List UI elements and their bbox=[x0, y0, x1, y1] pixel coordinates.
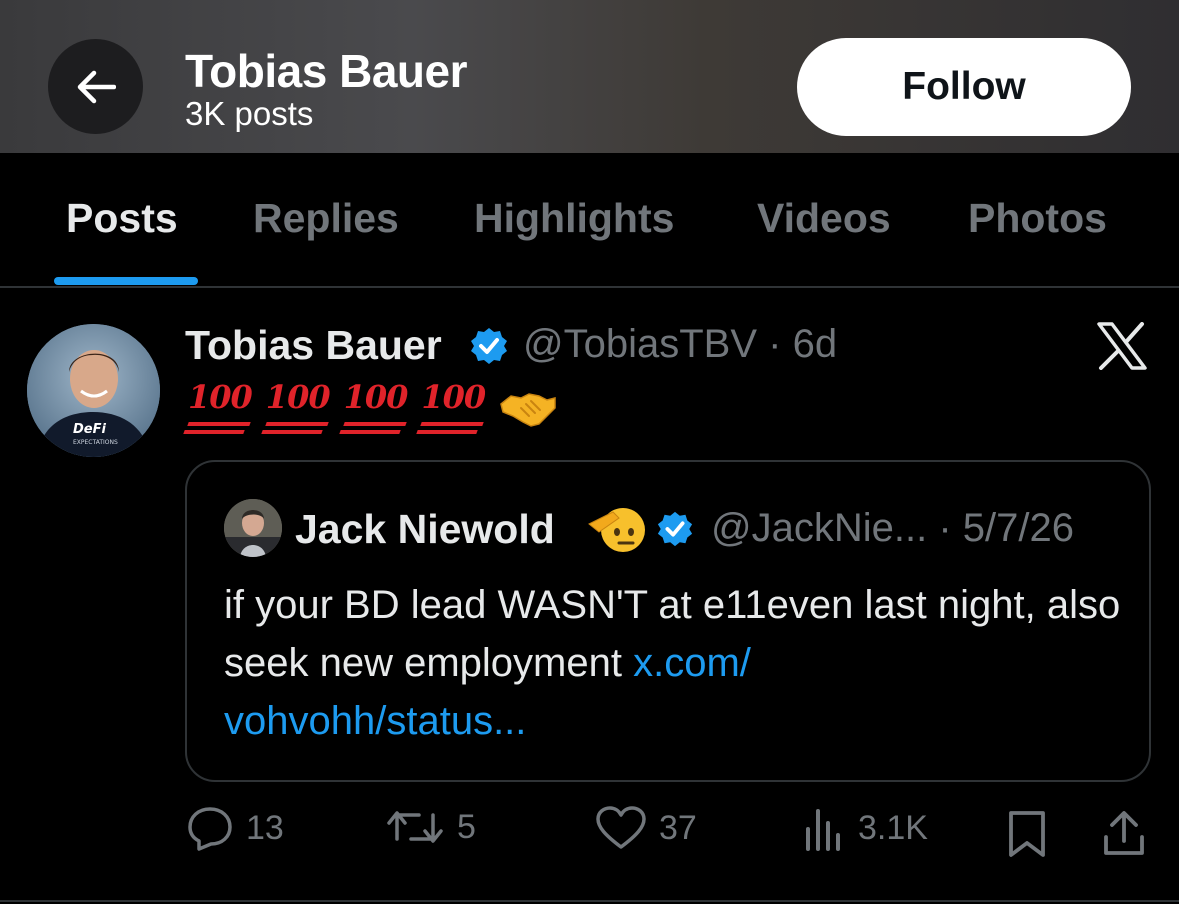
reply-count: 13 bbox=[246, 808, 284, 847]
quoted-author-name: Jack Niewold bbox=[295, 506, 555, 552]
bookmark-icon[interactable] bbox=[1006, 809, 1048, 859]
quoted-link[interactable]: x.com/ bbox=[633, 641, 751, 685]
reply-button[interactable]: 13 bbox=[186, 805, 284, 851]
hundred-emoji-icon: 100 bbox=[266, 378, 331, 430]
post-divider bbox=[0, 900, 1179, 902]
profile-title: Tobias Bauer bbox=[185, 45, 468, 97]
post-text: 100 100 100 100 bbox=[188, 378, 557, 430]
share-icon[interactable] bbox=[1100, 809, 1148, 859]
back-button[interactable] bbox=[48, 39, 143, 134]
handshake-emoji-icon bbox=[500, 393, 556, 427]
post-count: 3K posts bbox=[185, 95, 314, 132]
quoted-link[interactable]: vohvohh/status... bbox=[224, 699, 526, 743]
quoted-avatar-image bbox=[224, 499, 282, 557]
repost-count: 5 bbox=[457, 807, 476, 846]
arrow-left-icon bbox=[77, 70, 116, 103]
views-chart-icon bbox=[806, 809, 840, 851]
profile-header: Tobias Bauer 3K posts Follow bbox=[0, 0, 1179, 153]
hundred-emoji-icon: 100 bbox=[344, 378, 409, 430]
shirt-text-2: EXPECTATIONS bbox=[73, 439, 118, 446]
x-logo-icon[interactable] bbox=[1096, 322, 1148, 370]
tab-highlights[interactable]: Highlights bbox=[474, 195, 674, 242]
profile-tabs: Posts Replies Highlights Videos Photos bbox=[0, 153, 1179, 287]
quoted-handle-date: @JackNie... · 5/7/26 bbox=[711, 506, 1074, 550]
reply-icon bbox=[188, 807, 232, 851]
views-button[interactable]: 3.1K bbox=[802, 805, 928, 851]
avatar[interactable]: DeFi EXPECTATIONS bbox=[27, 324, 160, 457]
tabs-divider bbox=[0, 286, 1179, 288]
saluting-face-emoji-icon bbox=[588, 508, 645, 552]
tab-videos[interactable]: Videos bbox=[757, 195, 891, 242]
hundred-emoji-icon: 100 bbox=[188, 378, 253, 430]
follow-button[interactable]: Follow bbox=[797, 38, 1131, 136]
repost-icon bbox=[387, 811, 443, 843]
hundred-emoji-icon: 100 bbox=[421, 378, 486, 430]
verified-badge-icon bbox=[471, 328, 507, 364]
repost-button[interactable]: 5 bbox=[385, 805, 476, 849]
post-actions: 13 5 37 3.1K bbox=[0, 805, 1179, 865]
verified-badge-icon bbox=[657, 511, 693, 547]
quoted-post[interactable]: Jack Niewold @JackNie... · 5/7/26 if you… bbox=[185, 460, 1151, 782]
author-name[interactable]: Tobias Bauer bbox=[185, 322, 442, 369]
author-handle-time[interactable]: @TobiasTBV · 6d bbox=[523, 322, 837, 367]
heart-icon bbox=[596, 806, 646, 849]
tab-replies[interactable]: Replies bbox=[253, 195, 399, 242]
like-button[interactable]: 37 bbox=[595, 805, 697, 851]
like-count: 37 bbox=[659, 808, 697, 847]
active-tab-indicator bbox=[54, 277, 198, 285]
avatar-image: DeFi EXPECTATIONS bbox=[27, 324, 160, 457]
tab-posts[interactable]: Posts bbox=[66, 195, 178, 242]
views-count: 3.1K bbox=[858, 808, 928, 847]
quoted-avatar bbox=[224, 499, 282, 557]
shirt-text-1: DeFi bbox=[73, 422, 106, 437]
quoted-text: if your BD lead WASN'T at e11even last n… bbox=[224, 576, 1124, 750]
tab-photos[interactable]: Photos bbox=[968, 195, 1107, 242]
